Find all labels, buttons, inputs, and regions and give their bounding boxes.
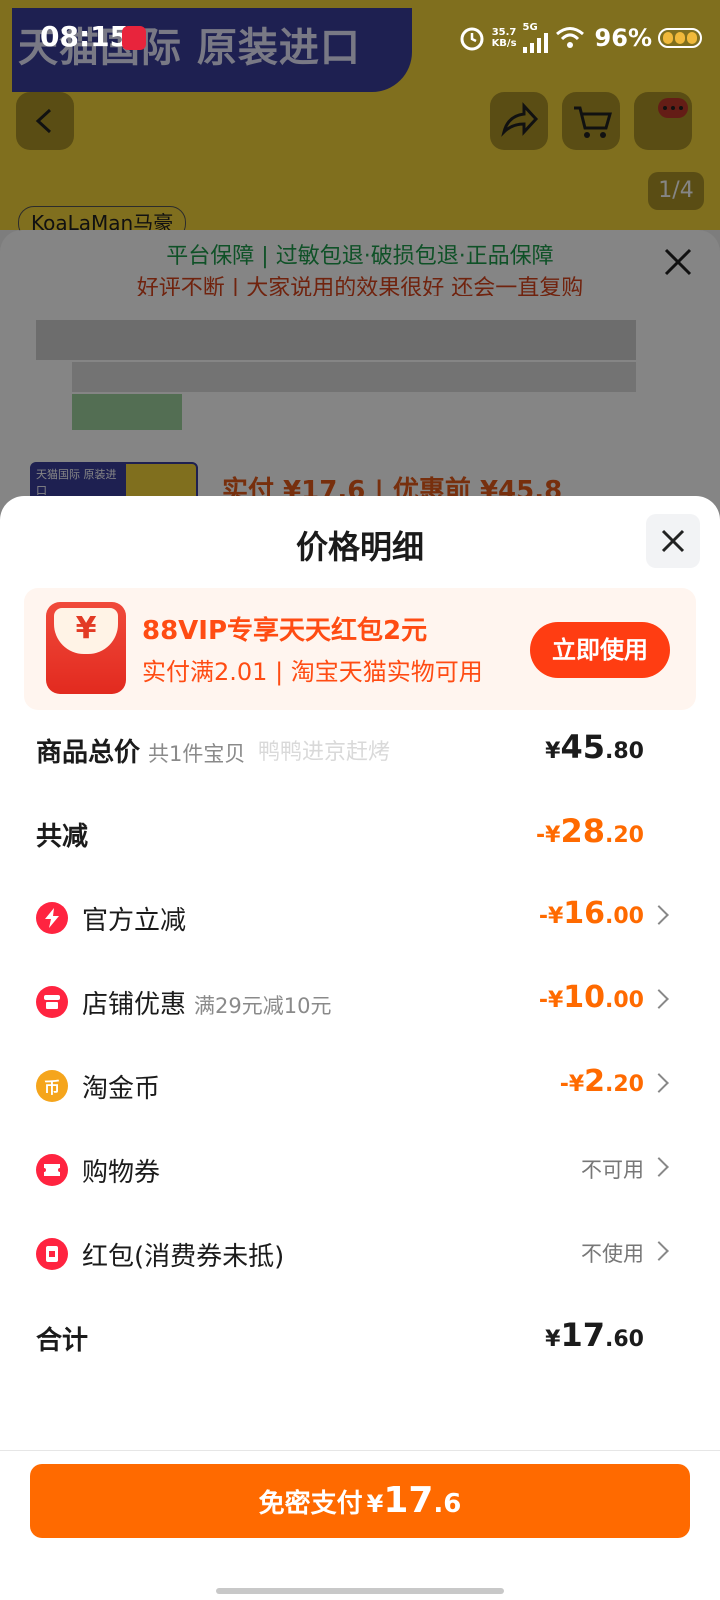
shopping-coupon-row[interactable]: 购物券 不可用 bbox=[0, 1140, 720, 1200]
alarm-icon bbox=[460, 27, 484, 51]
battery-icon bbox=[658, 28, 702, 48]
battery-percent: 96% bbox=[594, 24, 652, 52]
notification-app-icon bbox=[122, 26, 146, 50]
currency-symbol: ¥ bbox=[366, 1490, 384, 1518]
total-goods-label-text: 商品总价 bbox=[36, 738, 141, 768]
amount-integer: 17 bbox=[560, 1316, 606, 1354]
sheet-title: 价格明细 bbox=[295, 528, 424, 566]
amount-decimal: .00 bbox=[605, 988, 644, 1013]
shop-discount-label: 店铺优惠 满29元减10元 bbox=[82, 984, 331, 1021]
lightning-icon bbox=[36, 902, 68, 934]
use-now-button[interactable]: 立即使用 bbox=[530, 622, 670, 678]
shop-discount-rule: 满29元减10元 bbox=[194, 994, 332, 1018]
shopping-coupon-status: 不可用 bbox=[581, 1158, 644, 1182]
red-envelope-icon bbox=[36, 1238, 68, 1270]
network-type: 5G bbox=[522, 22, 538, 33]
currency-symbol: -¥ bbox=[538, 904, 564, 929]
coins-amount: -¥2.20 bbox=[560, 1064, 644, 1099]
coin-icon: 币 bbox=[36, 1070, 68, 1102]
amount-integer: 45 bbox=[560, 728, 606, 766]
vip-red-packet-banner: ¥ 88VIP专享天天红包2元 实付满2.01 | 淘宝天猫实物可用 立即使用 bbox=[24, 588, 696, 710]
red-packet-status: 不使用 bbox=[581, 1242, 644, 1266]
chevron-right-icon bbox=[649, 1241, 669, 1261]
sum-row: 合计 ¥17.60 bbox=[0, 1308, 720, 1368]
amount-integer: 10 bbox=[563, 980, 606, 1015]
amount-decimal: .60 bbox=[605, 1327, 644, 1352]
shopping-coupon-label: 购物券 bbox=[82, 1158, 161, 1188]
official-discount-amount: -¥16.00 bbox=[539, 896, 644, 931]
network-speed-unit: KB/s bbox=[491, 38, 517, 49]
signal-icon bbox=[522, 33, 548, 53]
coin-glyph: 币 bbox=[43, 1078, 60, 1097]
total-goods-row: 商品总价 共1件宝贝 ¥45.80 bbox=[0, 720, 720, 780]
total-discount-amount: -¥28.20 bbox=[536, 812, 644, 850]
coins-row[interactable]: 币 淘金币 -¥2.20 bbox=[0, 1056, 720, 1116]
chevron-right-icon bbox=[649, 1157, 669, 1177]
shop-discount-amount: -¥10.00 bbox=[539, 980, 644, 1015]
total-goods-label: 商品总价 共1件宝贝 bbox=[36, 732, 245, 769]
official-discount-label: 官方立减 bbox=[82, 906, 187, 936]
chevron-right-icon bbox=[649, 1073, 669, 1093]
amount-decimal: .20 bbox=[605, 1072, 644, 1097]
coins-label: 淘金币 bbox=[82, 1074, 161, 1104]
total-goods-amount: ¥45.80 bbox=[545, 728, 644, 766]
ticket-icon bbox=[36, 1154, 68, 1186]
red-packet-label: 红包(消费券未抵) bbox=[82, 1242, 285, 1272]
cell-signal: 5G bbox=[522, 22, 549, 53]
amount-decimal: .80 bbox=[605, 739, 644, 764]
pay-amount-decimal: .6 bbox=[433, 1489, 462, 1519]
currency-symbol: -¥ bbox=[559, 1072, 585, 1097]
currency-symbol: -¥ bbox=[538, 988, 564, 1013]
status-bar: 08:15 35.7 KB/s 5G 96% bbox=[0, 0, 720, 76]
sum-amount: ¥17.60 bbox=[545, 1316, 644, 1354]
close-icon bbox=[661, 529, 685, 553]
red-packet-icon: ¥ bbox=[46, 602, 126, 694]
amount-decimal: .00 bbox=[605, 904, 644, 929]
shop-discount-row[interactable]: 店铺优惠 满29元减10元 -¥10.00 bbox=[0, 972, 720, 1032]
currency-symbol: -¥ bbox=[536, 823, 561, 848]
yen-glyph: ¥ bbox=[54, 608, 118, 654]
chevron-right-icon bbox=[649, 989, 669, 1009]
amount-integer: 28 bbox=[560, 812, 606, 850]
vip-title: 88VIP专享天天红包2元 bbox=[142, 616, 428, 646]
currency-symbol: ¥ bbox=[545, 1327, 561, 1352]
vip-condition: 实付满2.01 | 淘宝天猫实物可用 bbox=[142, 658, 483, 686]
chevron-right-icon bbox=[649, 905, 669, 925]
pay-label: 免密支付 bbox=[258, 1489, 363, 1519]
amount-integer: 16 bbox=[563, 896, 606, 931]
home-indicator[interactable] bbox=[216, 1588, 504, 1594]
shop-icon bbox=[36, 986, 68, 1018]
price-detail-sheet: 价格明细 ¥ 88VIP专享天天红包2元 实付满2.01 | 淘宝天猫实物可用 … bbox=[0, 496, 720, 1600]
shop-discount-label-text: 店铺优惠 bbox=[82, 990, 187, 1020]
currency-symbol: ¥ bbox=[545, 739, 561, 764]
pay-amount-integer: 17 bbox=[383, 1480, 434, 1521]
status-time: 08:15 bbox=[40, 20, 130, 53]
network-speed: 35.7 KB/s bbox=[492, 27, 517, 49]
status-indicators: 35.7 KB/s 5G 96% bbox=[458, 20, 702, 56]
password-free-pay-button[interactable]: 免密支付 ¥17.6 bbox=[30, 1464, 690, 1538]
total-discount-row: 共减 -¥28.20 bbox=[0, 804, 720, 864]
official-discount-row[interactable]: 官方立减 -¥16.00 bbox=[0, 888, 720, 948]
total-discount-label: 共减 bbox=[36, 822, 89, 852]
red-packet-row[interactable]: 红包(消费券未抵) 不使用 bbox=[0, 1224, 720, 1284]
item-count: 共1件宝贝 bbox=[148, 742, 246, 766]
amount-decimal: .20 bbox=[605, 823, 644, 848]
close-button[interactable] bbox=[646, 514, 700, 568]
sum-label: 合计 bbox=[36, 1326, 89, 1356]
network-speed-value: 35.7 bbox=[491, 27, 517, 38]
amount-integer: 2 bbox=[584, 1064, 606, 1099]
divider bbox=[0, 1450, 720, 1451]
wifi-icon bbox=[555, 27, 584, 48]
